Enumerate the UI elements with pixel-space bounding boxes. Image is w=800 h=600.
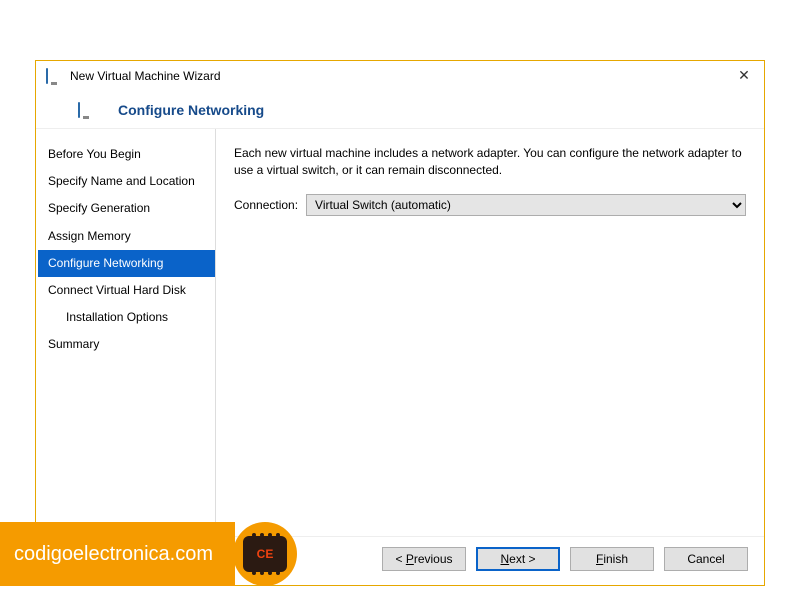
titlebar-left: New Virtual Machine Wizard bbox=[46, 69, 221, 83]
connection-select-wrap: Virtual Switch (automatic) bbox=[306, 194, 746, 216]
next-key: N bbox=[500, 552, 509, 566]
step-summary[interactable]: Summary bbox=[38, 331, 215, 358]
finish-button[interactable]: Finish bbox=[570, 547, 654, 571]
header-icon bbox=[78, 103, 96, 117]
step-installation-options[interactable]: Installation Options bbox=[38, 304, 215, 331]
previous-button[interactable]: < Previous bbox=[382, 547, 466, 571]
close-button[interactable]: ✕ bbox=[734, 67, 754, 84]
cancel-button[interactable]: Cancel bbox=[664, 547, 748, 571]
cancel-label: Cancel bbox=[687, 552, 724, 566]
page-heading: Configure Networking bbox=[118, 102, 264, 118]
watermark-text: codigoelectronica.com bbox=[0, 522, 235, 586]
watermark-logo: CE bbox=[233, 522, 297, 586]
step-label: Configure Networking bbox=[48, 256, 163, 270]
finish-key: F bbox=[596, 552, 603, 566]
window-title: New Virtual Machine Wizard bbox=[70, 69, 221, 83]
titlebar: New Virtual Machine Wizard ✕ bbox=[36, 61, 764, 88]
next-button[interactable]: Next > bbox=[476, 547, 560, 571]
chip-icon: CE bbox=[246, 539, 284, 569]
app-icon bbox=[46, 69, 64, 83]
wizard-content: Each new virtual machine includes a netw… bbox=[216, 129, 764, 536]
step-label: Connect Virtual Hard Disk bbox=[48, 283, 186, 297]
step-label: Summary bbox=[48, 337, 99, 351]
step-assign-memory[interactable]: Assign Memory bbox=[38, 223, 215, 250]
connection-field: Connection: Virtual Switch (automatic) bbox=[234, 194, 746, 216]
step-configure-networking[interactable]: Configure Networking bbox=[38, 250, 215, 277]
wizard-header: Configure Networking bbox=[36, 88, 764, 129]
wizard-steps-sidebar: Before You Begin Specify Name and Locati… bbox=[38, 129, 216, 536]
wizard-body: Before You Begin Specify Name and Locati… bbox=[36, 129, 764, 536]
previous-key: P bbox=[406, 552, 414, 566]
step-label: Specify Name and Location bbox=[48, 174, 195, 188]
watermark: codigoelectronica.com CE bbox=[0, 522, 297, 586]
step-label: Installation Options bbox=[66, 310, 168, 324]
description-text: Each new virtual machine includes a netw… bbox=[234, 145, 746, 180]
step-before-you-begin[interactable]: Before You Begin bbox=[38, 141, 215, 168]
step-label: Specify Generation bbox=[48, 201, 150, 215]
step-label: Assign Memory bbox=[48, 229, 131, 243]
connection-label: Connection: bbox=[234, 198, 298, 212]
connection-dropdown[interactable]: Virtual Switch (automatic) bbox=[306, 194, 746, 216]
step-specify-name-location[interactable]: Specify Name and Location bbox=[38, 168, 215, 195]
wizard-window: New Virtual Machine Wizard ✕ Configure N… bbox=[35, 60, 765, 586]
chip-text: CE bbox=[246, 539, 284, 569]
step-label: Before You Begin bbox=[48, 147, 141, 161]
step-specify-generation[interactable]: Specify Generation bbox=[38, 195, 215, 222]
step-connect-vhd[interactable]: Connect Virtual Hard Disk bbox=[38, 277, 215, 304]
